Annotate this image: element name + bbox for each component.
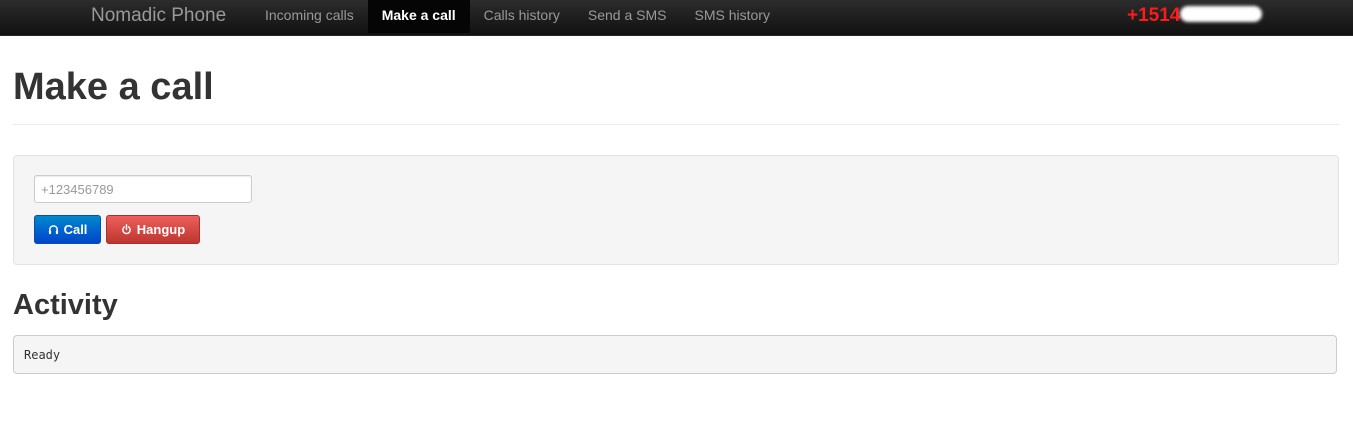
- brand-link[interactable]: Nomadic Phone: [91, 0, 226, 33]
- top-navbar: Nomadic Phone Incoming calls Make a call…: [0, 0, 1353, 36]
- call-button[interactable]: Call: [34, 215, 101, 244]
- page-title: Make a call: [13, 66, 214, 108]
- hangup-button[interactable]: Hangup: [106, 215, 200, 244]
- power-icon: [121, 224, 132, 235]
- call-button-label: Call: [63, 222, 88, 237]
- phone-number-input[interactable]: [34, 175, 252, 203]
- hangup-button-label: Hangup: [136, 222, 186, 237]
- nav-item-calls-history[interactable]: Calls history: [470, 0, 574, 33]
- call-form-panel: Call Hangup: [13, 155, 1339, 265]
- nav-item-incoming-calls[interactable]: Incoming calls: [251, 0, 368, 33]
- nav-item-sms-history[interactable]: SMS history: [681, 0, 784, 33]
- account-phone-number: +1514: [1127, 5, 1181, 26]
- activity-heading: Activity: [13, 289, 118, 321]
- activity-log: Ready: [13, 335, 1337, 374]
- main-nav: Incoming calls Make a call Calls history…: [251, 0, 784, 33]
- redaction-blur: [1180, 6, 1262, 22]
- nav-item-send-sms[interactable]: Send a SMS: [574, 0, 681, 33]
- headphones-icon: [48, 224, 59, 235]
- nav-item-make-a-call[interactable]: Make a call: [367, 0, 470, 33]
- title-divider: [13, 124, 1339, 125]
